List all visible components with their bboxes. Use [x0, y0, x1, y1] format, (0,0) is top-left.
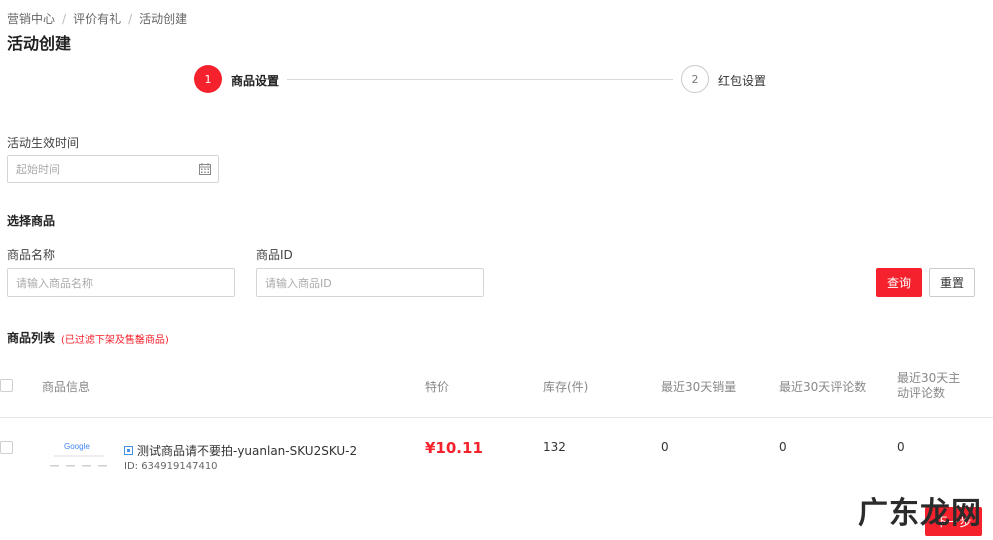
step-2-circle: 2	[681, 65, 709, 93]
breadcrumb-separator: /	[128, 12, 133, 26]
product-thumbnail: Google	[50, 442, 107, 467]
step-connector	[287, 79, 673, 80]
column-header-sales-30d: 最近30天销量	[661, 380, 737, 394]
product-active-reviews-30d: 0	[897, 440, 905, 454]
product-id: ID: 634919147410	[124, 461, 218, 472]
effective-time-label: 活动生效时间	[7, 136, 80, 150]
column-header-price: 特价	[425, 380, 450, 394]
column-header-active-reviews-30d: 最近30天主动评论数	[897, 371, 961, 400]
column-header-product-info: 商品信息	[42, 380, 91, 394]
start-time-picker[interactable]: 起始时间	[7, 155, 219, 183]
product-reviews-30d: 0	[779, 440, 787, 454]
product-stock: 132	[543, 440, 566, 454]
product-price: ¥10.11	[425, 439, 483, 457]
product-list-title: 商品列表	[7, 331, 56, 345]
product-name: 测试商品请不要拍-yuanlan-SKU2SKU-2	[137, 444, 358, 458]
thumbnail-logo-text: Google	[64, 442, 90, 451]
step-1-label: 商品设置	[231, 74, 280, 88]
column-header-reviews-30d: 最近30天评论数	[779, 380, 867, 394]
select-all-checkbox[interactable]	[0, 379, 13, 392]
product-id-input[interactable]: 请输入商品ID	[256, 268, 484, 297]
product-id-label: 商品ID	[256, 248, 293, 262]
watermark-text: 广东龙网	[858, 496, 982, 531]
start-time-placeholder: 起始时间	[16, 163, 60, 176]
product-name-link[interactable]: 测试商品请不要拍-yuanlan-SKU2SKU-2	[124, 442, 357, 459]
breadcrumb-item-create: 活动创建	[139, 12, 188, 26]
table-divider	[0, 417, 993, 418]
breadcrumb-separator: /	[62, 12, 67, 26]
product-sales-30d: 0	[661, 440, 669, 454]
select-products-title: 选择商品	[7, 214, 56, 228]
product-name-label: 商品名称	[7, 248, 56, 262]
step-1-circle: 1	[194, 65, 222, 93]
breadcrumb: 营销中心 / 评价有礼 / 活动创建	[7, 10, 187, 27]
product-id-placeholder: 请输入商品ID	[265, 276, 332, 290]
row-checkbox[interactable]	[0, 441, 13, 454]
breadcrumb-item-review-gift[interactable]: 评价有礼	[73, 12, 121, 26]
table-row: Google 测试商品请不要拍-yuanlan-SKU2SKU-2 ID: 63…	[0, 420, 993, 480]
product-name-placeholder: 请输入商品名称	[16, 276, 93, 290]
product-name-input[interactable]: 请输入商品名称	[7, 268, 235, 297]
product-tag-icon	[124, 446, 133, 455]
query-button[interactable]: 查询	[876, 268, 922, 297]
step-2-label: 红包设置	[718, 74, 767, 88]
product-list-note: (已过滤下架及售罄商品)	[61, 335, 169, 346]
column-header-stock: 库存(件)	[543, 380, 589, 394]
calendar-icon[interactable]	[199, 163, 211, 175]
breadcrumb-item-marketing[interactable]: 营销中心	[7, 12, 55, 26]
page-title: 活动创建	[7, 34, 72, 53]
reset-button[interactable]: 重置	[929, 268, 975, 297]
